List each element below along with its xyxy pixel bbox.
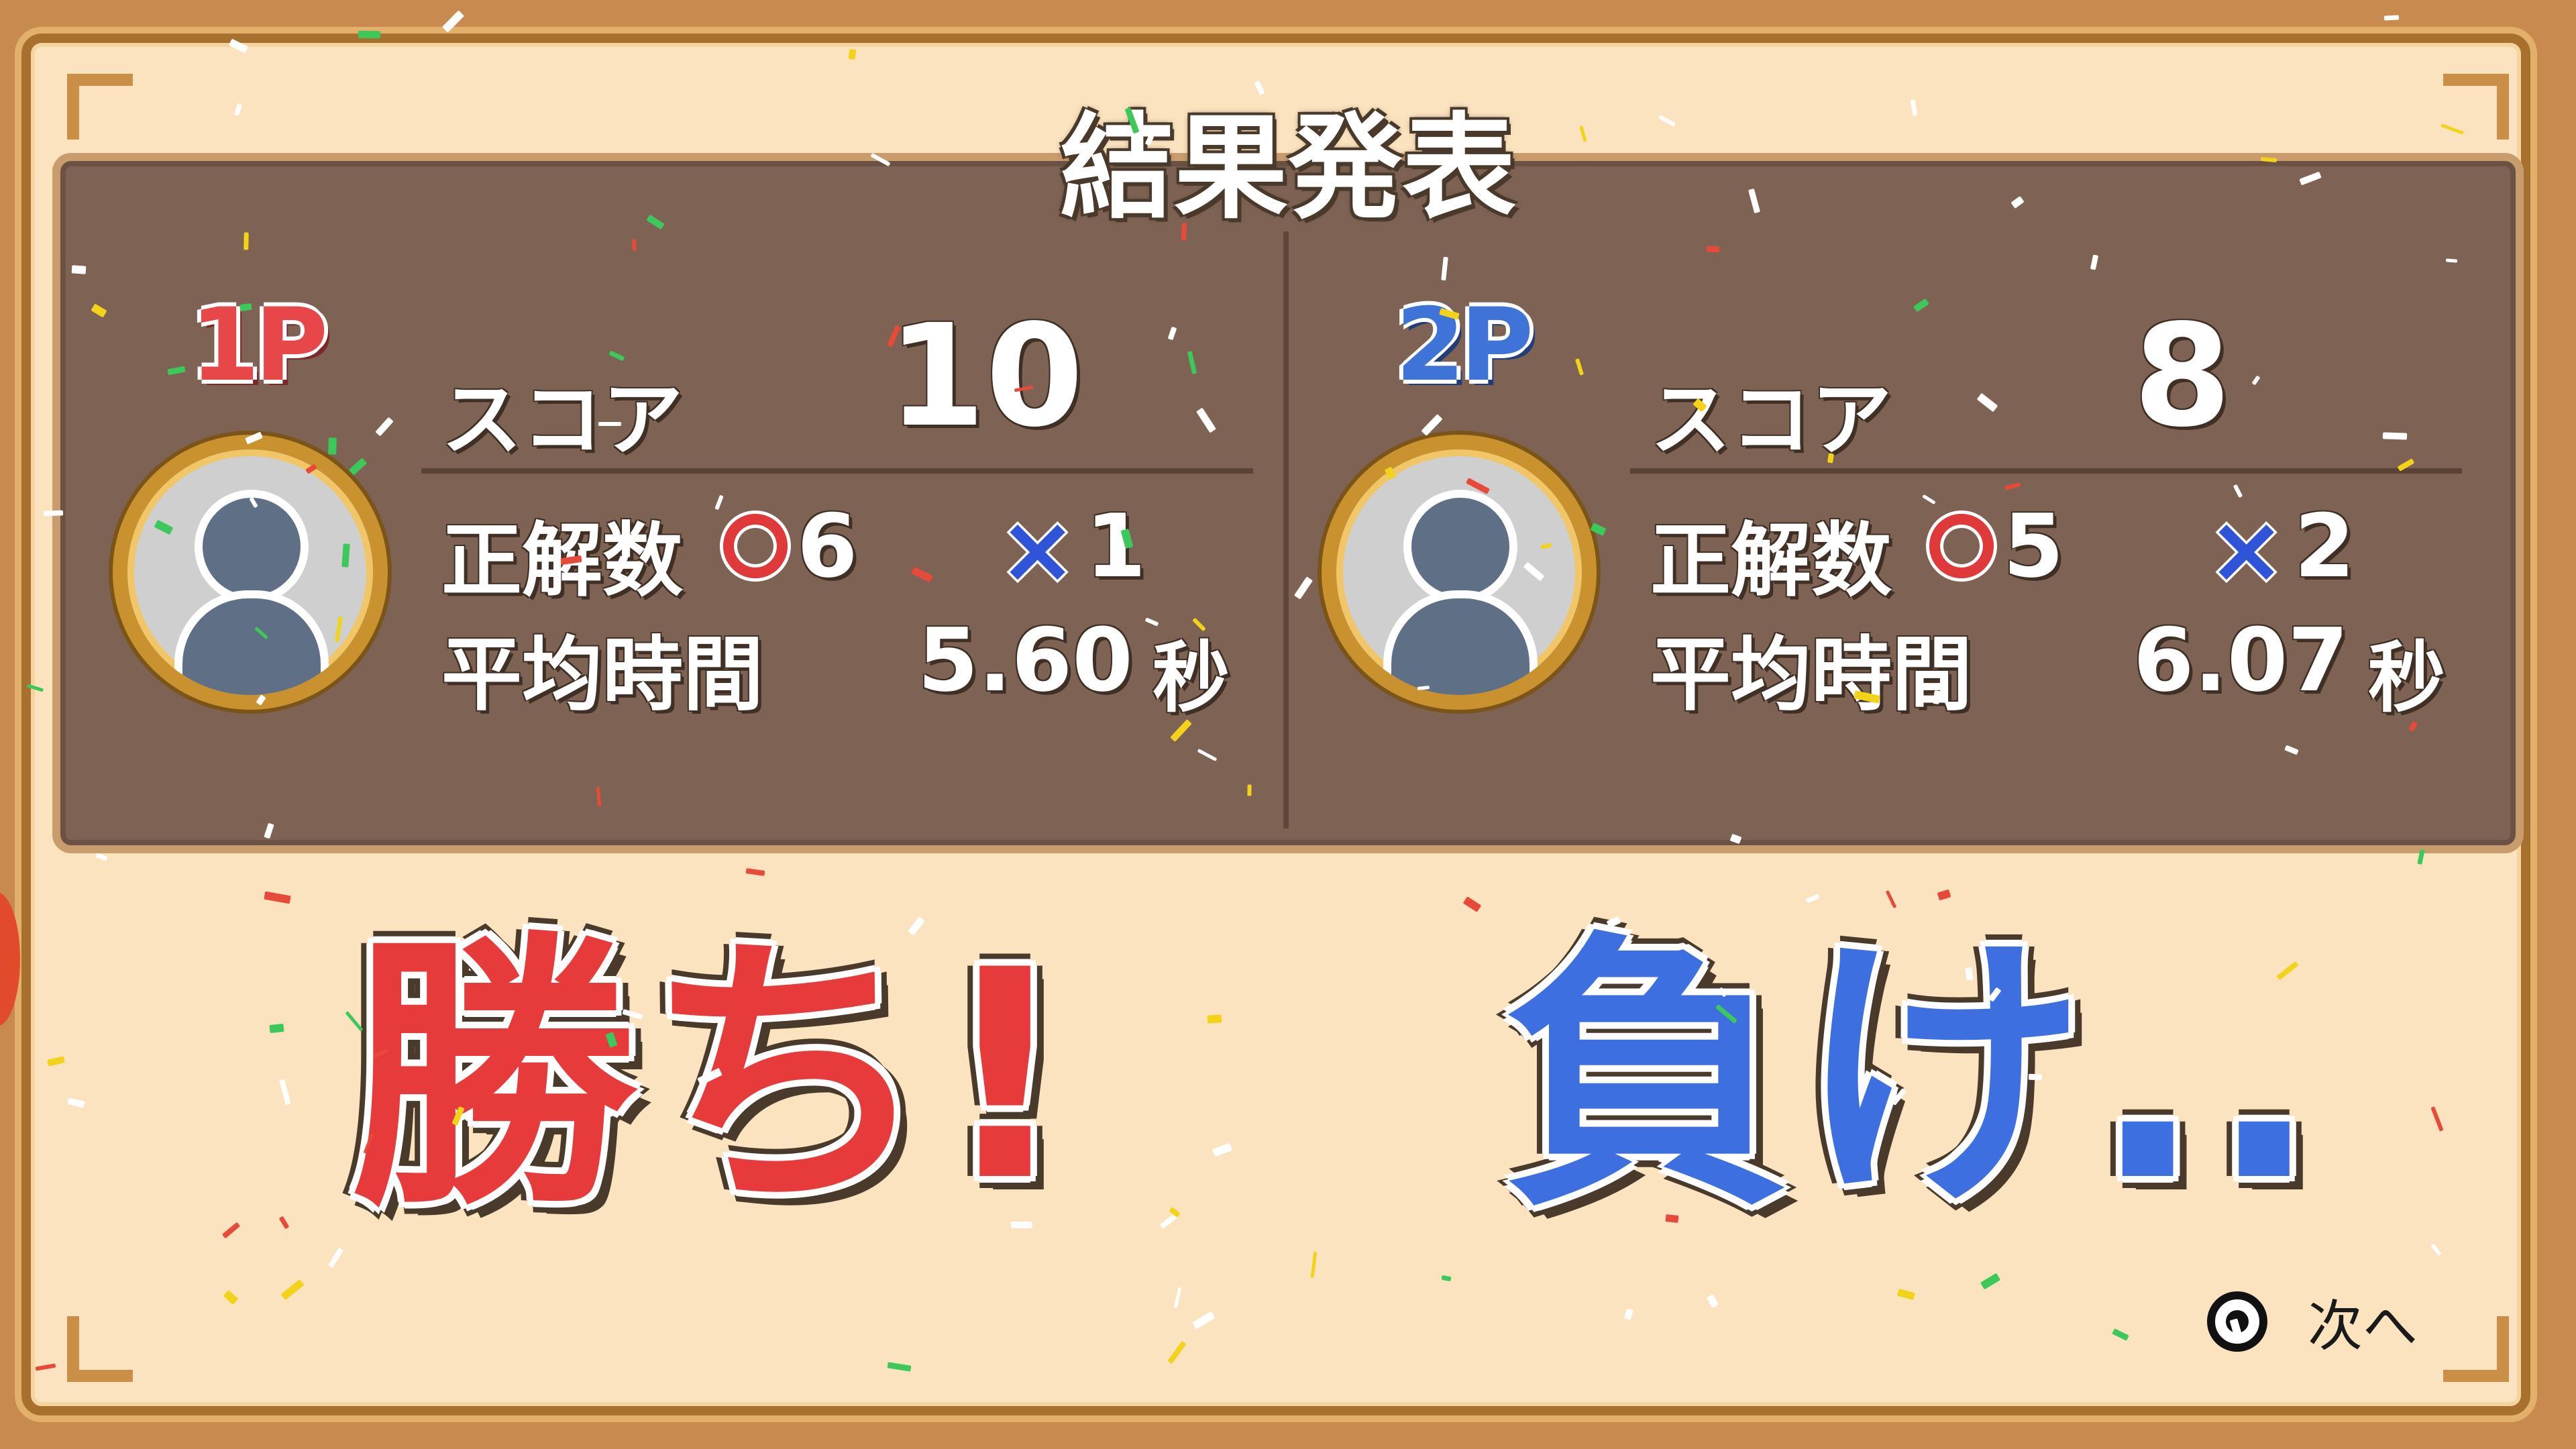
avg-time-label: 平均時間 (1650, 629, 1972, 722)
correct-label: 正解数 (1650, 515, 1892, 608)
confetti-piece (1247, 784, 1252, 796)
confetti-piece (2382, 432, 2408, 440)
avg-time-unit: 秒 (1152, 633, 1230, 723)
confetti-piece (632, 239, 637, 251)
screen-title: 結果発表 (1059, 102, 1516, 235)
confetti-piece (43, 510, 64, 517)
score-label: スコア (1650, 374, 1892, 467)
wrong-cross-icon: × (998, 495, 1077, 604)
score-value: 10 (888, 294, 1084, 458)
confetti-piece (239, 303, 252, 311)
player-tag: 2P (1395, 287, 1534, 404)
player-2-result: 負け.. (1503, 909, 2326, 1244)
confetti-piece (1665, 1214, 1679, 1223)
confetti-piece (71, 265, 87, 274)
confetti-piece (244, 232, 249, 250)
avatar-body (174, 590, 329, 695)
wrong-count: 2 (2294, 495, 2355, 597)
confetti-piece (441, 10, 465, 33)
confetti-piece (269, 1023, 284, 1034)
next-button[interactable]: 次へ (2207, 1281, 2418, 1361)
player-tag: 1P (190, 287, 328, 404)
confetti-piece (1207, 1014, 1222, 1024)
score-label: スコア (441, 374, 683, 467)
score-value: 8 (2133, 294, 2232, 458)
wrong-cross-icon: × (2207, 495, 2286, 604)
confetti-piece (328, 437, 337, 455)
corner-bracket-bottom-right (2443, 1316, 2509, 1382)
avatar-head (195, 490, 309, 604)
player-1-avatar (113, 435, 388, 710)
correct-circle-icon (1929, 514, 1994, 578)
side-decoration (0, 892, 20, 1026)
confetti-piece (1181, 223, 1187, 241)
avg-time-value: 6.07 (2133, 609, 2349, 711)
avg-time-unit: 秒 (2368, 633, 2446, 723)
score-underline (1630, 468, 2462, 474)
avg-time-label: 平均時間 (441, 629, 763, 722)
avatar-body (1383, 590, 1538, 695)
avatar-head (1403, 490, 1517, 604)
confetti-piece (1706, 246, 1720, 253)
confetti-piece (1011, 1222, 1032, 1228)
correct-count: 5 (2003, 495, 2064, 597)
player-1-card: 1P スコア 10 正解数 6 × 1 平均時間 5.60 秒 (52, 153, 1260, 853)
confetti-piece (2028, 1073, 2043, 1081)
score-underline (421, 468, 1253, 474)
confetti-piece (598, 422, 621, 426)
correct-circle-icon (723, 514, 788, 578)
confetti-piece (2383, 15, 2400, 21)
confetti-piece (358, 30, 381, 39)
correct-count: 6 (797, 495, 858, 597)
wrong-count: 1 (1085, 495, 1146, 597)
next-label: 次へ (2308, 1295, 2418, 1358)
player-2-avatar (1322, 435, 1597, 710)
avg-time-value: 5.60 (918, 609, 1133, 711)
correct-label: 正解数 (441, 515, 683, 608)
corner-bracket-bottom-left (67, 1316, 133, 1382)
